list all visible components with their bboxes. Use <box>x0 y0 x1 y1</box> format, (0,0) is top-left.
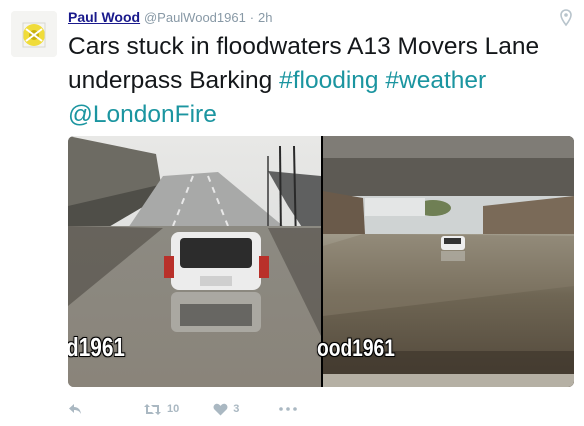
watermark-right: ood1961 <box>317 335 395 362</box>
watermark-left: d1961 <box>68 332 125 362</box>
separator: · <box>249 10 255 25</box>
like-count: 3 <box>233 403 240 415</box>
avatar-image <box>11 11 57 57</box>
reply-icon <box>69 404 81 414</box>
user-name[interactable]: Paul Wood <box>68 9 140 25</box>
reply-button[interactable] <box>68 403 82 415</box>
retweet-icon <box>144 403 161 415</box>
retweet-count: 10 <box>167 403 180 415</box>
hashtag-flooding[interactable]: #flooding <box>279 67 378 94</box>
more-icon <box>279 407 298 411</box>
timestamp[interactable]: 2h <box>258 10 272 25</box>
media-grid: d1961 ood1961 <box>68 136 574 387</box>
photo-left[interactable]: d1961 <box>68 136 321 387</box>
hashtag-weather[interactable]: #weather <box>385 67 486 94</box>
more-button[interactable] <box>279 407 298 411</box>
location-pin-icon[interactable] <box>560 9 572 27</box>
heart-icon <box>213 403 228 415</box>
user-handle[interactable]: @PaulWood1961 <box>144 10 246 25</box>
photo-right[interactable]: ood1961 <box>317 136 574 387</box>
tweet-text: Cars stuck in floodwaters A13 Movers Lan… <box>68 30 568 132</box>
retweet-button[interactable]: 10 <box>143 403 179 416</box>
avatar[interactable] <box>11 11 57 57</box>
tweet-actions: 10 3 <box>68 398 298 420</box>
mention-londonfire[interactable]: @LondonFire <box>68 101 217 128</box>
tweet-header: Paul Wood @PaulWood1961 · 2h <box>68 9 272 25</box>
like-button[interactable]: 3 <box>213 403 239 416</box>
